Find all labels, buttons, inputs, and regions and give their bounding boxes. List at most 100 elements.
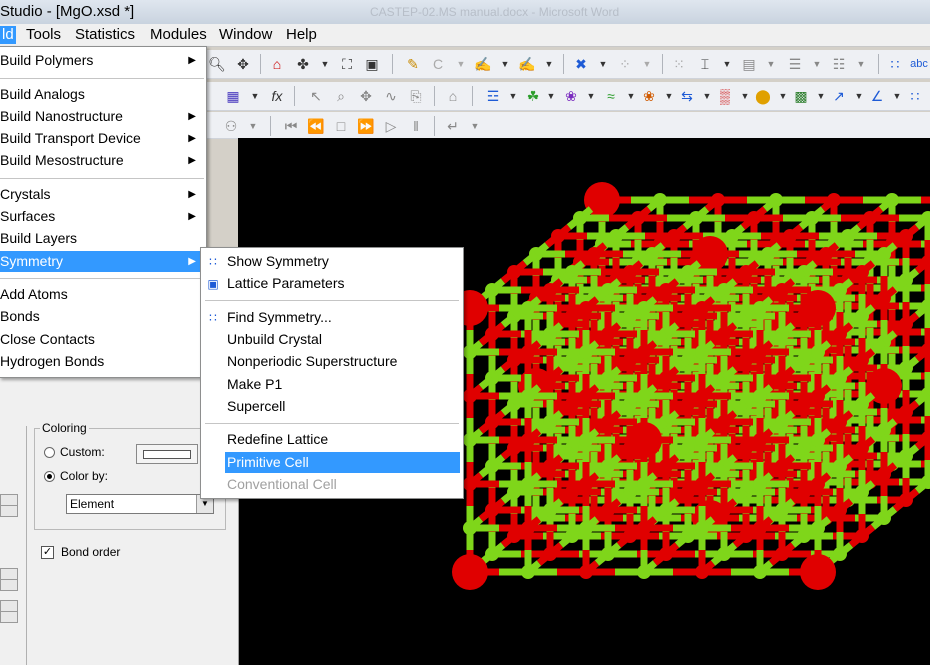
wave-icon[interactable]: ≈ xyxy=(600,85,622,107)
molecule-dropdown-icon[interactable]: ▼ xyxy=(580,85,602,107)
bond-dropdown-icon[interactable]: ▼ xyxy=(502,85,524,107)
menu-item-hydrogen-bonds[interactable]: Hydrogen Bonds xyxy=(0,351,204,372)
lattice-dropdown-icon[interactable]: ▼ xyxy=(922,85,930,107)
oxygen-atom xyxy=(579,389,593,403)
menu-window[interactable]: Window xyxy=(219,26,272,44)
menu-item-redefine-lattice[interactable]: Redefine Lattice xyxy=(227,429,460,450)
symmetry-icon[interactable]: ∷ xyxy=(884,53,906,75)
menu-item-symmetry[interactable]: Symmetry ▶ xyxy=(0,251,204,272)
chart-icon[interactable]: ∠ xyxy=(866,85,888,107)
zoom-icon[interactable]: 🔍︎ xyxy=(206,53,228,75)
menu-item-show-symmetry[interactable]: Show Symmetry xyxy=(227,251,460,272)
bond-order-checkbox[interactable]: ✓ xyxy=(41,546,54,559)
coloring-label: Coloring xyxy=(40,421,89,435)
chain-dropdown-icon[interactable]: ▼ xyxy=(538,53,560,75)
house-icon[interactable]: ⌂ xyxy=(442,85,464,107)
clean-dropdown-icon[interactable]: ▼ xyxy=(592,53,614,75)
align-dropdown-icon[interactable]: ▼ xyxy=(806,53,828,75)
menu-item-build-transport-device[interactable]: Build Transport Device ▶ xyxy=(0,128,204,149)
fx-icon[interactable]: fx xyxy=(266,85,288,107)
rotate-icon[interactable]: ✤ xyxy=(292,53,314,75)
menu-item-nonperiodic-superstructure[interactable]: Nonperiodic Superstructure xyxy=(227,351,460,372)
layout-dropdown-icon[interactable]: ▼ xyxy=(760,53,782,75)
menu-item-crystals[interactable]: Crystals ▶ xyxy=(0,184,204,205)
animation-icon[interactable]: ⚇ xyxy=(220,115,242,137)
menu-item-make-p1[interactable]: Make P1 xyxy=(227,374,460,395)
menu-item-bonds[interactable]: Bonds xyxy=(0,306,204,327)
move-tool-icon[interactable]: ✥ xyxy=(355,85,377,107)
menu-item-build-mesostructure[interactable]: Build Mesostructure ▶ xyxy=(0,150,204,171)
clean-icon[interactable]: ✖ xyxy=(570,53,592,75)
menu-item-supercell[interactable]: Supercell xyxy=(227,396,460,417)
menu-item-add-atoms[interactable]: Add Atoms xyxy=(0,284,204,305)
measure-icon[interactable]: ⁙ xyxy=(668,53,690,75)
loop-dropdown-icon[interactable]: ▼ xyxy=(464,115,486,137)
first-frame-icon[interactable]: ⏮ xyxy=(280,115,302,137)
hydrogen-icon[interactable]: ⁘ xyxy=(614,53,636,75)
menu-item-find-symmetry[interactable]: Find Symmetry... xyxy=(227,307,460,328)
torsion-dropdown-icon[interactable]: ▼ xyxy=(540,85,562,107)
grid-icon[interactable]: ▒ xyxy=(714,85,736,107)
camera-icon[interactable]: ▣ xyxy=(361,53,383,75)
bracket-icon[interactable]: ⌶ xyxy=(694,53,716,75)
molecule-icon[interactable]: ❀ xyxy=(560,85,582,107)
hydrogen-dropdown-icon[interactable]: ▼ xyxy=(636,53,658,75)
next-frame-icon[interactable]: ⏩ xyxy=(355,115,377,137)
fit-screen-icon[interactable]: ⛶ xyxy=(336,53,358,75)
menu-item-build-analogs[interactable]: Build Analogs xyxy=(0,84,204,105)
spectrum-icon[interactable]: ∿ xyxy=(380,85,402,107)
stepper-down-1[interactable] xyxy=(0,505,18,517)
menu-item-lattice-parameters[interactable]: Lattice Parameters xyxy=(227,273,460,294)
loop-icon[interactable]: ↵ xyxy=(442,115,464,137)
menu-statistics[interactable]: Statistics xyxy=(75,26,135,44)
pause-icon[interactable]: ‖ xyxy=(405,115,427,137)
play-icon[interactable]: ▷ xyxy=(380,115,402,137)
pencil-icon[interactable]: ✎ xyxy=(402,53,424,75)
menu-item-close-contacts[interactable]: Close Contacts xyxy=(0,329,204,350)
menu-help[interactable]: Help xyxy=(286,26,317,44)
menu-build[interactable]: ld xyxy=(0,26,16,44)
stepper-down-3[interactable] xyxy=(0,611,18,623)
layout-icon[interactable]: ▤ xyxy=(738,53,760,75)
translate-icon[interactable]: ✥ xyxy=(232,53,254,75)
menu-item-surfaces[interactable]: Surfaces ▶ xyxy=(0,206,204,227)
arrows-icon[interactable]: ⇆ xyxy=(676,85,698,107)
menu-modules[interactable]: Modules xyxy=(150,26,207,44)
stamp-icon[interactable]: ⎘ xyxy=(405,85,427,107)
pointer-icon[interactable]: ↖ xyxy=(305,85,327,107)
bond-tool-icon[interactable]: ☲ xyxy=(482,85,504,107)
custom-color-button[interactable] xyxy=(136,444,198,464)
menu-item-unbuild-crystal[interactable]: Unbuild Crystal xyxy=(227,329,460,350)
element-c-icon[interactable]: C xyxy=(427,53,449,75)
custom-radio[interactable] xyxy=(44,447,55,458)
home-icon[interactable]: ⌂ xyxy=(266,53,288,75)
graph-dropdown-icon[interactable]: ▼ xyxy=(244,85,266,107)
color-by-select[interactable]: Element ▼ xyxy=(66,494,214,514)
cluster-icon[interactable]: ❀ xyxy=(638,85,660,107)
stepper-down-2[interactable] xyxy=(0,579,18,591)
arrange-dropdown-icon[interactable]: ▼ xyxy=(850,53,872,75)
field-icon[interactable]: ▩ xyxy=(790,85,812,107)
bracket-dropdown-icon[interactable]: ▼ xyxy=(716,53,738,75)
chain-pencil-icon[interactable]: ✍ xyxy=(516,53,538,75)
element-dropdown-icon[interactable]: ▼ xyxy=(450,53,472,75)
label-icon[interactable]: abc xyxy=(908,53,930,75)
menu-item-build-polymers[interactable]: Build Polymers ▶ xyxy=(0,50,204,71)
previous-frame-icon[interactable]: ⏪ xyxy=(305,115,327,137)
rotate-dropdown-icon[interactable]: ▼ xyxy=(314,53,336,75)
spheres-icon[interactable]: ⬤ xyxy=(752,85,774,107)
stop-icon[interactable]: □ xyxy=(330,115,352,137)
vector-icon[interactable]: ↗ xyxy=(828,85,850,107)
zoom-tool-icon[interactable]: ⌕ xyxy=(330,85,352,107)
animation-dropdown-icon[interactable]: ▼ xyxy=(242,115,264,137)
menu-item-build-layers[interactable]: Build Layers xyxy=(0,228,204,249)
menu-tools[interactable]: Tools xyxy=(26,26,61,44)
align-icon[interactable]: ☰ xyxy=(784,53,806,75)
color-by-radio[interactable] xyxy=(44,471,55,482)
menu-item-build-nanostructure[interactable]: Build Nanostructure ▶ xyxy=(0,106,204,127)
menu-item-primitive-cell[interactable]: Primitive Cell xyxy=(225,452,460,473)
ring-pencil-icon[interactable]: ✍ xyxy=(472,53,494,75)
arrange-icon[interactable]: ☷ xyxy=(828,53,850,75)
graph-icon[interactable]: ▦ xyxy=(222,85,244,107)
ring-dropdown-icon[interactable]: ▼ xyxy=(494,53,516,75)
